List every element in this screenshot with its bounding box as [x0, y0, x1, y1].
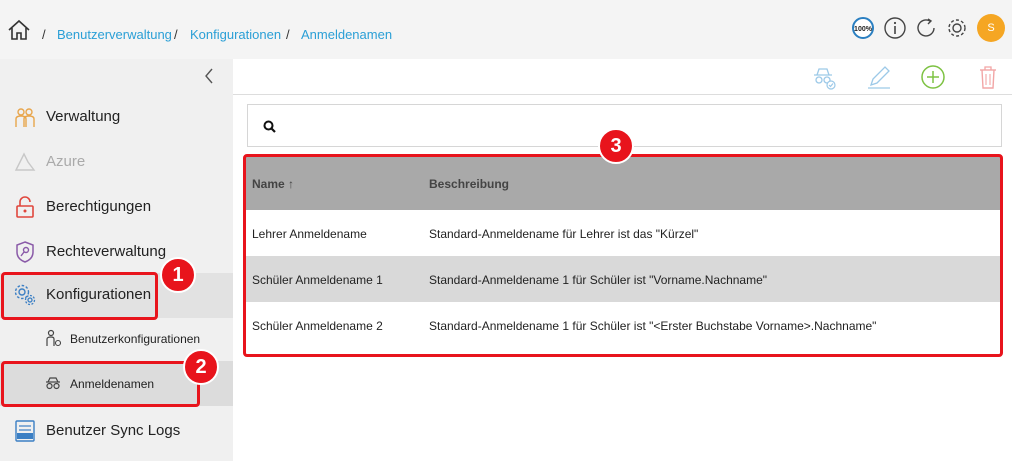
shield-key-icon [16, 241, 34, 263]
zoom-label: 100% [854, 26, 873, 33]
action-toolbar [233, 59, 1012, 95]
callout-highlight-anmeldenamen [1, 361, 200, 407]
app-window: / Benutzerverwaltung / Konfigurationen /… [0, 0, 1012, 461]
sidebar-item-azure[interactable]: Azure [0, 140, 233, 185]
edit-icon[interactable] [866, 64, 892, 90]
incognito-check-icon[interactable] [811, 64, 837, 90]
breadcrumb-benutzerverwaltung[interactable]: Benutzerverwaltung [57, 27, 172, 42]
breadcrumb-separator: / [174, 27, 178, 42]
breadcrumb-separator: / [286, 27, 290, 42]
sidebar-item-berechtigungen[interactable]: Berechtigungen [0, 185, 233, 230]
callout-highlight-konfigurationen [1, 272, 158, 320]
breadcrumb-separator: / [42, 27, 46, 42]
sidebar-item-label: Verwaltung [46, 108, 121, 125]
user-config-icon [46, 329, 62, 347]
sidebar-item-label: Benutzer Sync Logs [46, 422, 181, 439]
user-avatar[interactable]: S [977, 14, 1005, 42]
azure-icon [14, 152, 36, 171]
top-bar: / Benutzerverwaltung / Konfigurationen /… [0, 0, 1012, 59]
sidebar-item-label: Azure [46, 153, 86, 170]
callout-highlight-table [243, 154, 1003, 357]
sidebar-item-label: Rechteverwaltung [46, 243, 167, 260]
lock-icon [16, 196, 34, 218]
home-icon[interactable] [7, 19, 31, 41]
sidebar-item-rechteverwaltung[interactable]: Rechteverwaltung [0, 230, 233, 275]
search-icon [263, 120, 276, 133]
refresh-icon[interactable] [914, 16, 938, 40]
sidebar-item-benutzer-sync-logs[interactable]: Benutzer Sync Logs [0, 409, 233, 454]
callout-badge-2: 2 [183, 349, 219, 385]
callout-badge-3: 3 [598, 128, 634, 164]
chevron-left-icon[interactable] [202, 67, 216, 85]
search-input[interactable] [288, 113, 988, 139]
delete-icon[interactable] [975, 64, 1001, 90]
log-icon [15, 420, 35, 442]
breadcrumb-konfigurationen[interactable]: Konfigurationen [190, 27, 281, 42]
sidebar-item-verwaltung[interactable]: Verwaltung [0, 95, 233, 140]
callout-badge-1: 1 [160, 257, 196, 293]
settings-icon[interactable] [945, 16, 969, 40]
sidebar-item-label: Berechtigungen [46, 198, 152, 215]
zoom-icon[interactable]: 100% [851, 16, 875, 40]
users-icon [15, 108, 35, 127]
info-icon[interactable] [883, 16, 907, 40]
breadcrumb-anmeldenamen[interactable]: Anmeldenamen [301, 27, 392, 42]
sidebar-subitem-label: Benutzerkonfigurationen [70, 332, 201, 346]
add-icon[interactable] [920, 64, 946, 90]
